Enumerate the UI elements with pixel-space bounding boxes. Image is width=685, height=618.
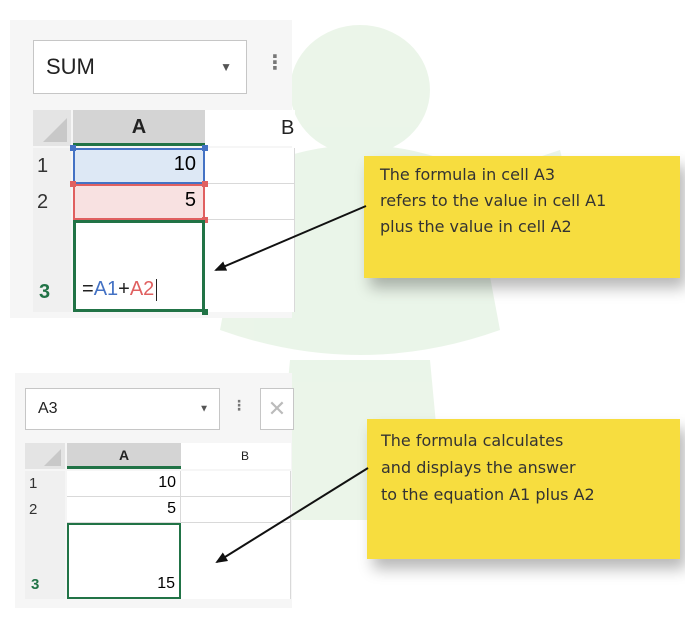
row-header-3[interactable]: 3 [33,220,71,312]
cell-a2[interactable]: 5 [67,497,181,523]
row-header-2[interactable]: 2 [33,184,71,220]
a2-reference-handle[interactable] [70,181,76,187]
row-header-3-label: 3 [39,281,51,303]
row-header-3-label: 3 [31,576,40,593]
cell-b3[interactable] [205,220,295,312]
cell-a2[interactable]: 5 [73,184,205,220]
formula-operator: + [118,278,130,300]
dropdown-arrow-icon[interactable]: ▼ [199,404,209,415]
callout-line: plus the value in cell A2 [380,217,572,236]
a2-reference-handle[interactable] [202,181,208,187]
callout-line: and displays the answer [381,458,576,477]
bottom-callout-note: The formula calculates and displays the … [367,419,680,559]
name-box[interactable]: SUM ▼ [33,40,247,94]
row-header-2[interactable]: 2 [25,497,65,523]
cell-b1[interactable] [181,471,291,497]
text-cursor [156,278,158,301]
cell-a2-value: 5 [167,500,176,517]
cell-a3-value: 15 [157,575,175,592]
name-box-value: SUM [46,54,95,79]
formula-ref-a2: A2 [129,278,155,300]
select-all-triangle-icon [43,118,67,142]
fill-handle[interactable] [202,309,208,315]
cancel-icon[interactable]: ✕ [260,388,294,430]
column-header-a[interactable]: A [73,110,205,146]
cell-b2[interactable] [181,497,291,523]
top-excel-example: SUM ▼ ⋮ A B 1 2 3 10 5 =A1+A2 [10,20,295,318]
cell-b1[interactable] [205,148,295,184]
cell-a1[interactable]: 10 [67,471,181,497]
bottom-excel-example: A3 ▼ ⋮ ✕ A B 1 2 3 10 5 15 [15,373,294,608]
cell-a2-value: 5 [184,189,196,211]
cell-a3-editing[interactable]: =A1+A2 [73,220,205,312]
a1-reference-handle[interactable] [202,145,208,151]
cell-a1-value: 10 [173,153,196,175]
callout-line: The formula calculates [381,431,564,450]
callout-line: refers to the value in cell A1 [380,191,607,210]
cell-a1[interactable]: 10 [73,148,205,184]
row-header-1[interactable]: 1 [25,471,65,497]
a1-reference-handle[interactable] [70,145,76,151]
dropdown-arrow-icon[interactable]: ▼ [220,60,232,74]
select-all-corner[interactable] [33,110,71,146]
cell-formula: =A1+A2 [82,278,158,301]
select-all-triangle-icon [44,449,61,466]
cell-b2[interactable] [205,184,295,220]
formula-ref-a1: A1 [93,278,119,300]
formula-bar-splitter-icon[interactable]: ⋮ [265,50,285,75]
top-callout-note: The formula in cell A3 refers to the val… [364,156,680,278]
row-header-1[interactable]: 1 [33,148,71,184]
column-header-b[interactable]: B [205,110,295,146]
cell-b3[interactable] [181,523,291,599]
column-header-a[interactable]: A [67,443,181,469]
row-header-3[interactable]: 3 [25,523,65,599]
formula-equals: = [82,278,94,300]
select-all-corner[interactable] [25,443,65,469]
column-header-b[interactable]: B [181,443,291,469]
callout-line: The formula in cell A3 [380,165,556,184]
formula-bar-splitter-icon[interactable]: ⋮ [232,397,246,414]
cell-a3-selected[interactable]: 15 [67,523,181,599]
callout-line: to the equation A1 plus A2 [381,485,595,504]
name-box[interactable]: A3 ▼ [25,388,220,430]
cell-a1-value: 10 [158,474,176,491]
name-box-value: A3 [38,400,58,417]
